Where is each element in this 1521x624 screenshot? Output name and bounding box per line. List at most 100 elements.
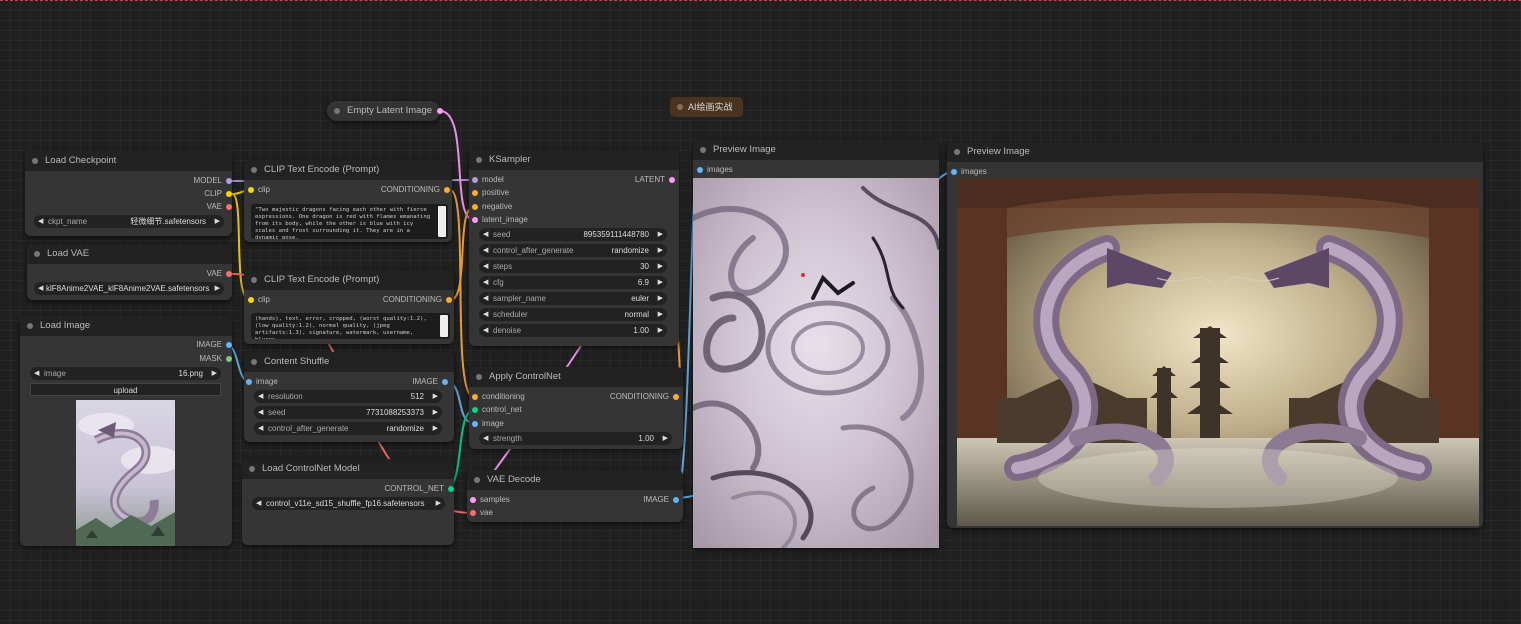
port-dot[interactable] bbox=[472, 190, 478, 196]
arrow-right-icon[interactable]: ▶ bbox=[433, 422, 438, 435]
input-clip[interactable]: clip bbox=[248, 294, 270, 306]
input-clip[interactable]: clip bbox=[248, 184, 270, 196]
scheduler-widget[interactable]: ◀ scheduler normal ▶ bbox=[479, 308, 667, 321]
node-clip-text-encode-negative[interactable]: CLIP Text Encode (Prompt) clip CONDITION… bbox=[244, 270, 454, 344]
port-dot[interactable] bbox=[226, 271, 232, 277]
arrow-right-icon[interactable]: ▶ bbox=[436, 497, 441, 510]
port-dot[interactable] bbox=[444, 187, 450, 193]
arrow-right-icon[interactable]: ▶ bbox=[433, 406, 438, 419]
positive-prompt-textarea[interactable]: "Two majestic dragons facing each other … bbox=[251, 204, 448, 239]
negative-prompt-textarea[interactable]: (hands), text, error, cropped, (worst qu… bbox=[251, 313, 450, 339]
arrow-left-icon[interactable]: ◀ bbox=[258, 390, 263, 403]
arrow-left-icon[interactable]: ◀ bbox=[483, 244, 488, 257]
output-conditioning[interactable]: CONDITIONING bbox=[610, 391, 679, 403]
port-dot[interactable] bbox=[248, 187, 254, 193]
port-dot[interactable] bbox=[446, 297, 452, 303]
arrow-right-icon[interactable]: ▶ bbox=[658, 260, 663, 273]
output-vae[interactable]: VAE bbox=[207, 268, 232, 280]
input-image[interactable]: image bbox=[472, 418, 504, 430]
arrow-left-icon[interactable]: ◀ bbox=[483, 260, 488, 273]
arrow-left-icon[interactable]: ◀ bbox=[34, 367, 39, 380]
port-dot[interactable] bbox=[226, 178, 232, 184]
port-dot[interactable] bbox=[472, 394, 478, 400]
output-conditioning[interactable]: CONDITIONING bbox=[381, 184, 450, 196]
arrow-right-icon[interactable]: ▶ bbox=[658, 228, 663, 241]
output-model[interactable]: MODEL bbox=[194, 175, 232, 187]
arrow-right-icon[interactable]: ▶ bbox=[658, 276, 663, 289]
port-dot[interactable] bbox=[226, 356, 232, 362]
image-select[interactable]: ◀ image 16.png ▶ bbox=[30, 367, 221, 380]
input-images[interactable]: images bbox=[951, 166, 987, 178]
arrow-left-icon[interactable]: ◀ bbox=[483, 276, 488, 289]
arrow-right-icon[interactable]: ▶ bbox=[658, 292, 663, 305]
output-control-net[interactable]: CONTROL_NET bbox=[384, 483, 454, 495]
output-image[interactable]: IMAGE bbox=[643, 494, 679, 506]
node-apply-controlnet[interactable]: Apply ControlNet conditioning control_ne… bbox=[469, 367, 683, 449]
port-dot[interactable] bbox=[442, 379, 448, 385]
port-dot[interactable] bbox=[470, 510, 476, 516]
node-load-controlnet[interactable]: Load ControlNet Model CONTROL_NET ◀ cont… bbox=[242, 459, 454, 545]
seed-widget[interactable]: ◀ seed 895359111448780 ▶ bbox=[479, 228, 667, 241]
scrollbar[interactable] bbox=[438, 206, 446, 237]
input-control-net[interactable]: control_net bbox=[472, 404, 522, 416]
node-load-vae[interactable]: Load VAE VAE ◀ klF8Anime2VAE_klF8Anime2V… bbox=[27, 244, 232, 300]
port-dot[interactable] bbox=[951, 169, 957, 175]
node-preview-image-1[interactable]: Preview Image images bbox=[693, 140, 939, 548]
input-images[interactable]: images bbox=[697, 164, 733, 176]
port-dot[interactable] bbox=[472, 177, 478, 183]
node-content-shuffle[interactable]: Content Shuffle image IMAGE ◀ resolution… bbox=[244, 352, 454, 442]
node-clip-text-encode-positive[interactable]: CLIP Text Encode (Prompt) clip CONDITION… bbox=[244, 160, 452, 242]
port-dot[interactable] bbox=[226, 191, 232, 197]
input-vae[interactable]: vae bbox=[470, 507, 493, 519]
port-dot[interactable] bbox=[472, 217, 478, 223]
port-dot[interactable] bbox=[226, 204, 232, 210]
seed-widget[interactable]: ◀ seed 7731088253373 ▶ bbox=[254, 406, 442, 419]
port-dot[interactable] bbox=[673, 497, 679, 503]
scrollbar[interactable] bbox=[440, 315, 448, 337]
arrow-left-icon[interactable]: ◀ bbox=[483, 292, 488, 305]
control-after-generate-widget[interactable]: ◀ control_after_generate randomize ▶ bbox=[254, 422, 442, 435]
input-samples[interactable]: samples bbox=[470, 494, 510, 506]
input-image[interactable]: image bbox=[246, 376, 278, 388]
port-dot[interactable] bbox=[697, 167, 703, 173]
port-dot[interactable] bbox=[673, 394, 679, 400]
arrow-left-icon[interactable]: ◀ bbox=[258, 422, 263, 435]
arrow-right-icon[interactable]: ▶ bbox=[215, 282, 220, 295]
node-empty-latent[interactable]: Empty Latent Image bbox=[327, 101, 443, 121]
latent-output-dot[interactable] bbox=[437, 108, 443, 114]
node-preview-image-2[interactable]: Preview Image images bbox=[947, 142, 1483, 528]
arrow-right-icon[interactable]: ▶ bbox=[658, 308, 663, 321]
port-dot[interactable] bbox=[669, 177, 675, 183]
arrow-left-icon[interactable]: ◀ bbox=[256, 497, 261, 510]
port-dot[interactable] bbox=[448, 486, 454, 492]
controlnet-name-select[interactable]: ◀ control_v11e_sd15_shuffle_fp16.safeten… bbox=[252, 497, 445, 510]
input-negative[interactable]: negative bbox=[472, 201, 512, 213]
output-vae[interactable]: VAE bbox=[207, 201, 232, 213]
port-dot[interactable] bbox=[472, 421, 478, 427]
arrow-left-icon[interactable]: ◀ bbox=[483, 324, 488, 337]
port-dot[interactable] bbox=[470, 497, 476, 503]
input-conditioning[interactable]: conditioning bbox=[472, 391, 525, 403]
input-positive[interactable]: positive bbox=[472, 187, 509, 199]
port-dot[interactable] bbox=[226, 342, 232, 348]
port-dot[interactable] bbox=[248, 297, 254, 303]
port-dot[interactable] bbox=[472, 407, 478, 413]
arrow-left-icon[interactable]: ◀ bbox=[38, 282, 43, 295]
output-conditioning[interactable]: CONDITIONING bbox=[383, 294, 452, 306]
input-latent-image[interactable]: latent_image bbox=[472, 214, 528, 226]
resolution-widget[interactable]: ◀ resolution 512 ▶ bbox=[254, 390, 442, 403]
steps-widget[interactable]: ◀ steps 30 ▶ bbox=[479, 260, 667, 273]
arrow-left-icon[interactable]: ◀ bbox=[483, 432, 488, 445]
output-clip[interactable]: CLIP bbox=[204, 188, 232, 200]
output-latent[interactable]: LATENT bbox=[635, 174, 675, 186]
arrow-right-icon[interactable]: ▶ bbox=[658, 324, 663, 337]
node-ksampler[interactable]: KSampler model positive negative latent_… bbox=[469, 150, 679, 346]
arrow-right-icon[interactable]: ▶ bbox=[663, 432, 668, 445]
node-load-image[interactable]: Load Image IMAGE MASK ◀ image 16.png ▶ u… bbox=[20, 316, 232, 546]
arrow-left-icon[interactable]: ◀ bbox=[483, 308, 488, 321]
group-title[interactable]: AI绘画实战 bbox=[670, 97, 743, 117]
output-image[interactable]: IMAGE bbox=[412, 376, 448, 388]
strength-widget[interactable]: ◀ strength 1.00 ▶ bbox=[479, 432, 672, 445]
arrow-left-icon[interactable]: ◀ bbox=[38, 215, 43, 228]
port-dot[interactable] bbox=[472, 204, 478, 210]
